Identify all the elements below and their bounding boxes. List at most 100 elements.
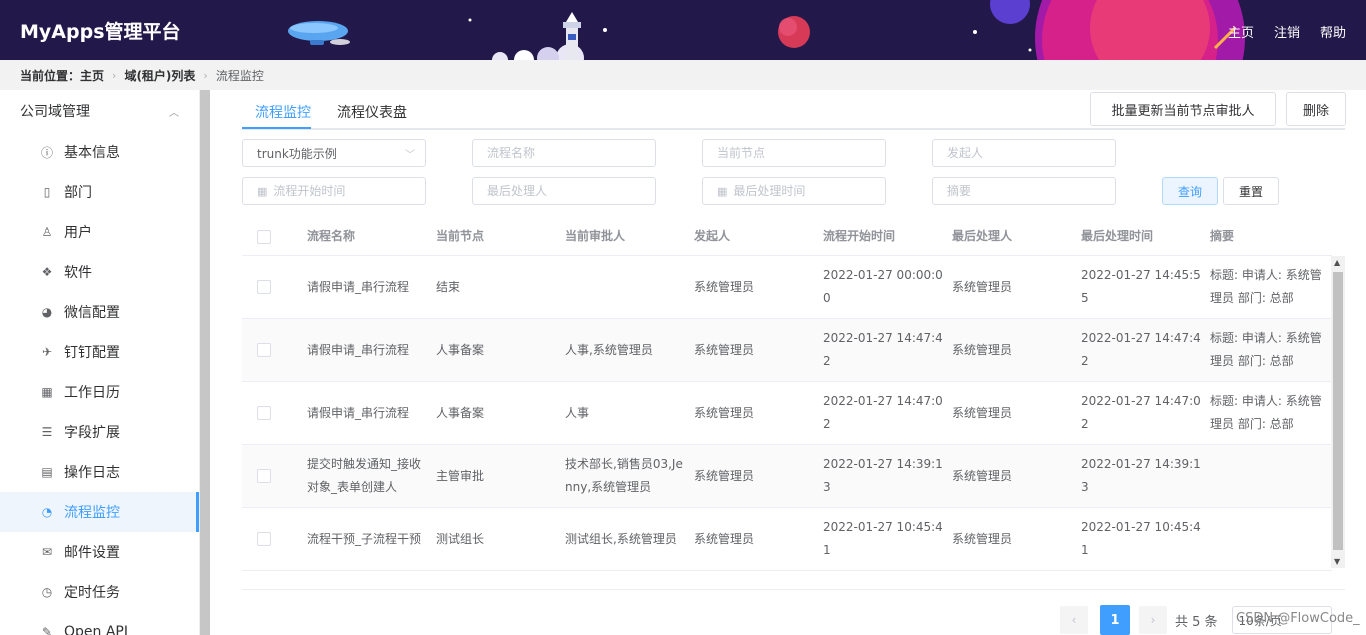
sidebar-item-label: 字段扩展 xyxy=(64,425,120,441)
nav-home-link[interactable]: 主页 xyxy=(1228,22,1254,41)
row-checkbox[interactable] xyxy=(257,406,271,420)
sidebar-item-operation-log[interactable]: ▤ 操作日志 xyxy=(0,452,199,492)
table-header: 流程名称 当前节点 当前审批人 发起人 流程开始时间 最后处理人 最后处理时间 … xyxy=(242,218,1332,256)
last-handler-field[interactable] xyxy=(487,184,655,198)
query-button[interactable]: 查询 xyxy=(1162,177,1218,205)
page-number-button[interactable]: 1 xyxy=(1100,605,1130,635)
summary-input[interactable] xyxy=(932,177,1116,205)
cell-start-time: 2022-01-27 14:47:02 xyxy=(823,394,943,431)
cell-last-handler: 系统管理员 xyxy=(952,531,1013,546)
sidebar-item-dingtalk[interactable]: ✈ 钉钉配置 xyxy=(0,332,199,372)
sidebar-item-label: 用户 xyxy=(64,225,92,241)
nav-help-link[interactable]: 帮助 xyxy=(1320,22,1346,41)
table-row[interactable]: 流程干预_子流程干预 测试组长 测试组长,系统管理员 系统管理员 2022-01… xyxy=(242,508,1332,571)
scroll-up-arrow-icon[interactable]: ▲ xyxy=(1334,258,1340,267)
top-header: MyApps管理平台 主页 注销 帮助 xyxy=(0,0,1366,60)
row-checkbox[interactable] xyxy=(257,469,271,483)
cell-summary: 标题: 申请人: 系统管理员 部门: 总部 xyxy=(1210,331,1322,368)
table-row[interactable]: 请假申请_串行流程 结束 系统管理员 2022-01-27 00:00:00 系… xyxy=(242,256,1332,319)
sidebar-item-field-extension[interactable]: ☰ 字段扩展 xyxy=(0,412,199,452)
last-time-field[interactable] xyxy=(733,184,885,198)
table-scrollbar[interactable]: ▲ ▼ xyxy=(1331,256,1345,568)
reset-button[interactable]: 重置 xyxy=(1223,177,1279,205)
cell-approver: 测试组长,系统管理员 xyxy=(565,531,677,546)
next-page-button[interactable]: › xyxy=(1139,606,1167,634)
breadcrumb-current: 流程监控 xyxy=(215,68,264,83)
sidebar-item-flow-monitor[interactable]: ◔ 流程监控 xyxy=(0,492,199,532)
start-time-picker[interactable]: ▦ xyxy=(242,177,426,205)
sidebar-scrollbar[interactable] xyxy=(200,90,210,635)
summary-field[interactable] xyxy=(947,184,1115,198)
column-header[interactable]: 最后处理时间 xyxy=(1081,225,1210,248)
delete-button[interactable]: 删除 xyxy=(1286,92,1346,126)
row-checkbox[interactable] xyxy=(257,532,271,546)
cell-last-handler: 系统管理员 xyxy=(952,468,1013,483)
log-icon: ▤ xyxy=(41,465,53,479)
app-select[interactable]: trunk功能示例 ﹀ xyxy=(242,139,426,167)
sidebar-item-calendar[interactable]: ▦ 工作日历 xyxy=(0,372,199,412)
batch-update-approver-button[interactable]: 批量更新当前节点审批人 xyxy=(1090,92,1276,126)
cell-summary: 标题: 申请人: 系统管理员 部门: 总部 xyxy=(1210,394,1322,431)
scroll-down-arrow-icon[interactable]: ▼ xyxy=(1334,557,1340,566)
cell-last-time: 2022-01-27 14:45:55 xyxy=(1081,268,1201,305)
sidebar-item-scheduled-tasks[interactable]: ◷ 定时任务 xyxy=(0,572,199,612)
initiator-field[interactable] xyxy=(947,146,1115,160)
column-header[interactable]: 发起人 xyxy=(694,225,823,248)
chevron-up-icon: ︿ xyxy=(169,107,179,119)
select-all-checkbox[interactable] xyxy=(257,229,271,244)
user-icon: ♙ xyxy=(41,225,53,239)
table-row[interactable]: 请假申请_串行流程 人事备案 人事 系统管理员 2022-01-27 14:47… xyxy=(242,382,1332,445)
header-illustration xyxy=(288,0,1245,60)
sidebar-item-wechat[interactable]: ◕ 微信配置 xyxy=(0,292,199,332)
prev-page-button[interactable]: ‹ xyxy=(1060,606,1088,634)
last-time-picker[interactable]: ▦ xyxy=(702,177,886,205)
cell-start-time: 2022-01-27 10:45:41 xyxy=(823,520,943,557)
last-handler-input[interactable] xyxy=(472,177,656,205)
nav-logout-link[interactable]: 注销 xyxy=(1274,22,1300,41)
breadcrumb-domain-list[interactable]: 域(租户)列表 xyxy=(124,67,195,84)
cell-initiator: 系统管理员 xyxy=(694,468,755,483)
tab-flow-dashboard[interactable]: 流程仪表盘 xyxy=(337,102,407,122)
sidebar-item-software[interactable]: ❖ 软件 xyxy=(0,252,199,292)
flow-name-input[interactable] xyxy=(472,139,656,167)
column-header[interactable]: 流程开始时间 xyxy=(823,225,952,248)
row-checkbox[interactable] xyxy=(257,280,271,294)
current-node-input[interactable] xyxy=(702,139,886,167)
column-header[interactable]: 当前节点 xyxy=(436,225,565,248)
sidebar-item-label: 软件 xyxy=(64,265,92,281)
active-tab-indicator xyxy=(242,127,311,129)
breadcrumb-home[interactable]: 主页 xyxy=(80,67,104,84)
initiator-input[interactable] xyxy=(932,139,1116,167)
api-icon: ✎ xyxy=(41,625,53,635)
sidebar-item-users[interactable]: ♙ 用户 xyxy=(0,212,199,252)
sidebar-item-label: 部门 xyxy=(64,185,92,201)
table-row[interactable]: 提交时触发通知_接收对象_表单创建人 主管审批 技术部长,销售员03,Jenny… xyxy=(242,445,1332,508)
cell-start-time: 2022-01-27 14:47:42 xyxy=(823,331,943,368)
main-content: 流程监控 流程仪表盘 批量更新当前节点审批人 删除 trunk功能示例 ﹀ ▦ … xyxy=(210,90,1366,635)
cell-initiator: 系统管理员 xyxy=(694,405,755,420)
cell-last-handler: 系统管理员 xyxy=(952,342,1013,357)
header-nav: 主页 注销 帮助 xyxy=(1228,22,1346,41)
current-node-field[interactable] xyxy=(717,146,885,160)
chevron-right-icon: › xyxy=(203,68,208,82)
flow-name-field[interactable] xyxy=(487,146,655,160)
table-row[interactable]: 请假申请_串行流程 人事备案 人事,系统管理员 系统管理员 2022-01-27… xyxy=(242,319,1332,382)
column-header[interactable]: 摘要 xyxy=(1210,225,1332,248)
scroll-thumb[interactable] xyxy=(1333,272,1343,550)
mail-icon: ✉ xyxy=(41,545,53,559)
row-checkbox[interactable] xyxy=(257,343,271,357)
cell-current-node: 结束 xyxy=(436,279,461,294)
column-header[interactable]: 最后处理人 xyxy=(952,225,1081,248)
sidebar-item-mail-settings[interactable]: ✉ 邮件设置 xyxy=(0,532,199,572)
column-header[interactable]: 流程名称 xyxy=(307,225,436,248)
sidebar-item-basic-info[interactable]: ⓘ 基本信息 xyxy=(0,132,199,172)
cell-last-handler: 系统管理员 xyxy=(952,405,1013,420)
tab-flow-monitor[interactable]: 流程监控 xyxy=(255,102,311,122)
cell-approver: 人事 xyxy=(565,405,590,420)
sidebar-group-company[interactable]: 公司域管理 ︿ xyxy=(0,90,199,132)
sidebar-item-open-api[interactable]: ✎ Open API xyxy=(0,612,199,635)
column-header[interactable]: 当前审批人 xyxy=(565,225,694,248)
start-time-field[interactable] xyxy=(273,184,425,198)
sidebar-item-label: Open API xyxy=(64,624,128,635)
sidebar-item-department[interactable]: ▯ 部门 xyxy=(0,172,199,212)
